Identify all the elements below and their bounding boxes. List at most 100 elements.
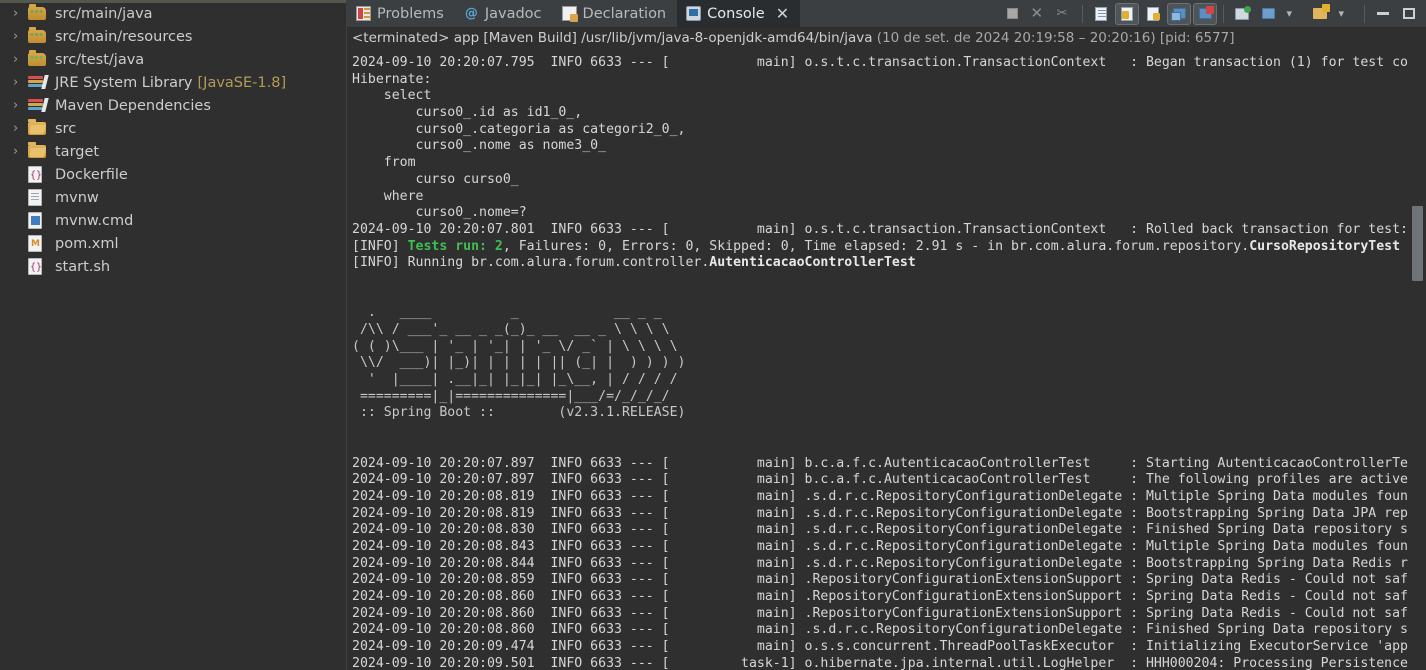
tree-item-label: Maven Dependencies	[55, 97, 211, 114]
show-console-on-error-button[interactable]	[1193, 2, 1217, 25]
test-package-folder-icon	[28, 50, 50, 68]
show-console-on-output-button[interactable]	[1167, 2, 1191, 25]
console-line: curso0_.nome as nome3_0_	[352, 138, 607, 154]
tree-item-label: JRE System Library	[55, 74, 193, 91]
tree-item-src-main-resources[interactable]: › src/main/resources	[0, 25, 346, 48]
tab-close-icon[interactable]: ✕	[776, 5, 789, 22]
display-selected-console-dropdown[interactable]: ▾	[1282, 3, 1306, 25]
tree-item-start-sh[interactable]: start.sh	[0, 255, 346, 278]
chevron-right-icon[interactable]: ›	[10, 122, 28, 135]
stop-square-icon	[1006, 8, 1018, 19]
show-error-icon	[1198, 6, 1214, 19]
chevron-right-icon[interactable]: ›	[10, 30, 28, 43]
tree-item-label: src/test/java	[55, 51, 145, 68]
tree-item-dockerfile[interactable]: Dockerfile	[0, 163, 346, 186]
tree-item-target[interactable]: › target	[0, 140, 346, 163]
chevron-right-icon[interactable]: ›	[10, 145, 28, 158]
tree-item-label: src/main/resources	[55, 28, 193, 45]
folder-icon	[28, 119, 50, 137]
tab-label: Problems	[377, 5, 444, 22]
tree-item-suffix: [JavaSE-1.8]	[197, 74, 287, 91]
console-process-header: <terminated> app [Maven Build] /usr/lib/…	[347, 28, 1426, 47]
problems-icon	[356, 6, 371, 21]
console-line: 2024-09-10 20:20:08.860 INFO 6633 --- [ …	[352, 589, 1408, 604]
tree-item-label: Dockerfile	[55, 166, 128, 183]
chevron-right-icon[interactable]: ›	[10, 7, 28, 20]
chevron-right-icon[interactable]: ›	[10, 76, 28, 89]
console-output-area[interactable]: <terminated> app [Maven Build] /usr/lib/…	[347, 28, 1426, 670]
tab-javadoc[interactable]: @ Javadoc	[455, 0, 553, 27]
tree-item-src-main-java[interactable]: › src/main/java	[0, 2, 346, 25]
console-line: 2024-09-10 20:20:08.860 INFO 6633 --- [ …	[352, 622, 1408, 638]
toolbar-separator	[1223, 4, 1224, 23]
view-tabs: Problems @ Javadoc Declaration Console ✕	[347, 0, 801, 27]
tree-item-mvnw-cmd[interactable]: mvnw.cmd	[0, 209, 346, 232]
console-line: Hibernate:	[352, 71, 440, 87]
remove-all-terminated-button[interactable]: ✂	[1052, 3, 1076, 25]
spring-boot-banner-line: \\/ ___)| |_)| | | | | || (_| | ) ) ) )	[352, 355, 686, 371]
toolbar-separator	[1082, 4, 1083, 23]
console-line: curso0_.categoria as categori2_0_,	[352, 121, 686, 137]
console-line: 2024-09-10 20:20:07.897 INFO 6633 --- [ …	[352, 455, 1408, 471]
console-scrollbar-thumb[interactable]	[1412, 206, 1423, 281]
console-terminated-label: <terminated> app [Maven Build] /usr/lib/…	[352, 30, 873, 46]
remove-launch-button[interactable]: ✕	[1026, 3, 1050, 25]
tree-item-label: target	[55, 143, 100, 160]
declaration-icon	[561, 6, 578, 22]
minimize-button[interactable]	[1371, 3, 1395, 25]
tab-problems[interactable]: Problems	[347, 0, 455, 27]
display-console-icon	[1261, 8, 1275, 19]
test-class-name: CursoRepositoryTest	[1249, 238, 1401, 254]
spring-boot-banner-line: . ____ _ __ _ _	[352, 305, 662, 321]
display-selected-console-button[interactable]	[1256, 3, 1280, 25]
terminate-button[interactable]	[1000, 3, 1024, 25]
package-folder-icon	[28, 4, 50, 22]
word-wrap-button[interactable]	[1141, 3, 1165, 25]
spring-boot-banner-line: ' |____| .__|_| |_|_| |_\__, | / / / /	[352, 372, 678, 388]
scroll-lock-button[interactable]	[1115, 2, 1139, 25]
folder-icon	[28, 142, 50, 160]
tree-item-maven-dependencies[interactable]: › Maven Dependencies	[0, 94, 346, 117]
open-console-button[interactable]	[1308, 3, 1332, 25]
shell-file-icon	[28, 166, 50, 183]
spring-boot-banner-line: /\\ / ___'_ __ _ _(_)_ __ __ _ \ \ \ \	[352, 322, 670, 337]
project-explorer-top-strip	[0, 0, 346, 3]
view-tab-bar: Problems @ Javadoc Declaration Console ✕ ✕ ✂ ▾ ▾	[347, 0, 1426, 28]
tree-item-jre-system-library[interactable]: › JRE System Library [JavaSE-1.8]	[0, 71, 346, 94]
tree-item-src[interactable]: › src	[0, 117, 346, 140]
tree-item-label: start.sh	[55, 258, 111, 275]
text-file-icon	[28, 189, 50, 206]
console-line: 2024-09-10 20:20:07.795 INFO 6633 --- [ …	[352, 55, 1408, 70]
clear-console-button[interactable]	[1089, 3, 1113, 25]
close-all-x-icon: ✂	[1056, 6, 1068, 21]
tree-item-mvnw[interactable]: mvnw	[0, 186, 346, 209]
tree-item-src-test-java[interactable]: › src/test/java	[0, 48, 346, 71]
console-line: 2024-09-10 20:20:09.501 INFO 6633 --- [ …	[352, 655, 1408, 670]
console-vertical-scrollbar[interactable]	[1408, 28, 1426, 670]
spring-boot-banner-line: :: Spring Boot :: (v2.3.1.RELEASE)	[352, 405, 686, 421]
console-line: 2024-09-10 20:20:08.844 INFO 6633 --- [ …	[352, 555, 1408, 571]
tree-item-label: src	[55, 120, 77, 137]
console-line: curso0_.id as id1_0_,	[352, 105, 583, 121]
new-console-view-button[interactable]	[1230, 3, 1254, 25]
toolbar-separator	[1364, 4, 1365, 23]
tree-item-pom-xml[interactable]: pom.xml	[0, 232, 346, 255]
tree-item-label: mvnw	[55, 189, 99, 206]
console-line: select	[352, 88, 432, 104]
chevron-right-icon[interactable]: ›	[10, 99, 28, 112]
open-console-dropdown[interactable]: ▾	[1334, 3, 1358, 25]
tab-console[interactable]: Console ✕	[677, 0, 801, 27]
running-class-name: AutenticacaoControllerTest	[709, 255, 916, 271]
maximize-button[interactable]	[1397, 3, 1421, 25]
maven-xml-icon	[28, 235, 50, 252]
console-line: 2024-09-10 20:20:08.830 INFO 6633 --- [ …	[352, 522, 1408, 538]
chevron-right-icon[interactable]: ›	[10, 53, 28, 66]
new-console-icon	[1235, 5, 1251, 20]
close-x-icon: ✕	[1030, 4, 1044, 22]
word-wrap-icon	[1147, 6, 1160, 21]
console-text[interactable]: 2024-09-10 20:20:07.790 INFO 6633 --- [ …	[347, 47, 1408, 670]
tab-declaration[interactable]: Declaration	[553, 0, 678, 27]
